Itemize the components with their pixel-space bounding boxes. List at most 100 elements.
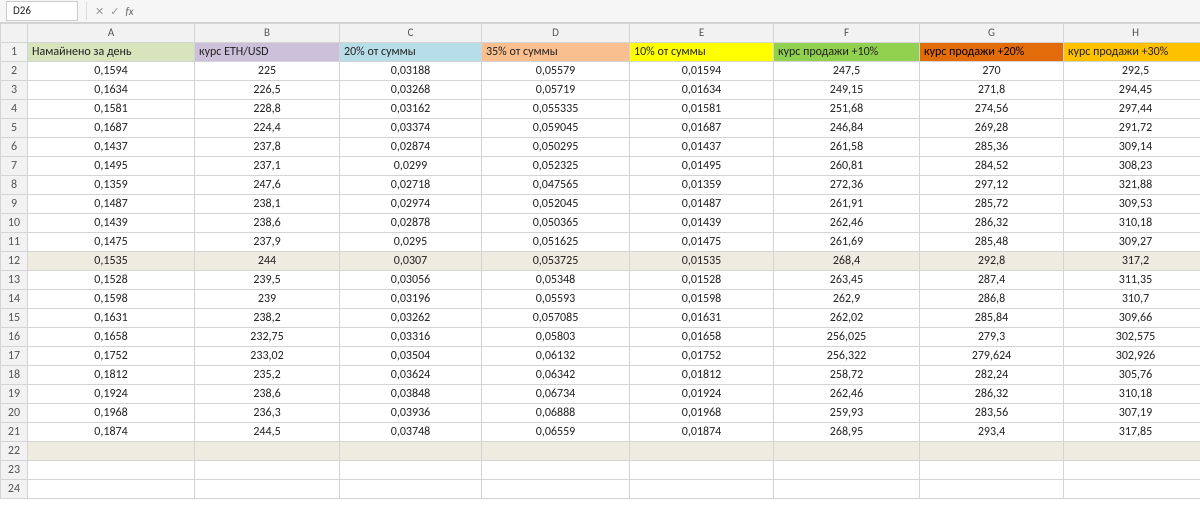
cell[interactable] xyxy=(774,461,920,480)
cell[interactable]: 0,02974 xyxy=(340,195,482,214)
cell[interactable]: 285,72 xyxy=(920,195,1064,214)
row-header[interactable]: 17 xyxy=(1,347,28,366)
cell[interactable]: 270 xyxy=(920,62,1064,81)
cell[interactable] xyxy=(774,480,920,499)
cell[interactable]: 268,4 xyxy=(774,252,920,271)
cell[interactable]: 282,24 xyxy=(920,366,1064,385)
cell[interactable]: 244 xyxy=(195,252,340,271)
cell[interactable]: 269,28 xyxy=(920,119,1064,138)
cell[interactable]: 0,01495 xyxy=(630,157,774,176)
col-header-D[interactable]: D xyxy=(482,24,630,43)
row-header[interactable]: 16 xyxy=(1,328,28,347)
cell[interactable]: 0,03268 xyxy=(340,81,482,100)
cell[interactable]: 251,68 xyxy=(774,100,920,119)
row-header[interactable]: 19 xyxy=(1,385,28,404)
cell[interactable]: 0,01598 xyxy=(630,290,774,309)
cell[interactable]: 0,052325 xyxy=(482,157,630,176)
cell[interactable] xyxy=(195,480,340,499)
cell[interactable]: 272,36 xyxy=(774,176,920,195)
cell[interactable]: 0,1631 xyxy=(28,309,195,328)
cancel-icon[interactable]: ✕ xyxy=(95,5,104,18)
cell[interactable]: 0,1439 xyxy=(28,214,195,233)
cell[interactable]: 256,322 xyxy=(774,347,920,366)
cell[interactable]: 262,02 xyxy=(774,309,920,328)
cell[interactable]: 302,575 xyxy=(1064,328,1200,347)
header-cell[interactable]: 10% от суммы xyxy=(630,43,774,62)
cell[interactable]: 0,1359 xyxy=(28,176,195,195)
cell[interactable] xyxy=(1064,461,1200,480)
row-header[interactable]: 20 xyxy=(1,404,28,423)
cell[interactable]: 271,8 xyxy=(920,81,1064,100)
row-header[interactable]: 15 xyxy=(1,309,28,328)
cell[interactable]: 308,23 xyxy=(1064,157,1200,176)
cell[interactable]: 0,01439 xyxy=(630,214,774,233)
cell[interactable]: 0,01812 xyxy=(630,366,774,385)
row-header[interactable]: 7 xyxy=(1,157,28,176)
cell[interactable]: 0,01359 xyxy=(630,176,774,195)
cell[interactable]: 286,32 xyxy=(920,385,1064,404)
cell[interactable]: 309,27 xyxy=(1064,233,1200,252)
cell[interactable]: 0,1487 xyxy=(28,195,195,214)
cell[interactable]: 246,84 xyxy=(774,119,920,138)
cell[interactable]: 0,03624 xyxy=(340,366,482,385)
cell[interactable]: 310,7 xyxy=(1064,290,1200,309)
cell[interactable]: 0,1968 xyxy=(28,404,195,423)
cell[interactable]: 284,52 xyxy=(920,157,1064,176)
cell[interactable]: 0,01874 xyxy=(630,423,774,442)
cell[interactable]: 0,03056 xyxy=(340,271,482,290)
row-header[interactable]: 18 xyxy=(1,366,28,385)
cell[interactable]: 0,01437 xyxy=(630,138,774,157)
header-cell[interactable]: 20% от суммы xyxy=(340,43,482,62)
cell[interactable]: 0,01487 xyxy=(630,195,774,214)
cell[interactable]: 0,01528 xyxy=(630,271,774,290)
cell[interactable]: 0,03936 xyxy=(340,404,482,423)
cell[interactable] xyxy=(28,480,195,499)
cell[interactable]: 238,6 xyxy=(195,214,340,233)
cell[interactable]: 0,03848 xyxy=(340,385,482,404)
header-cell[interactable]: Намайнено за день xyxy=(28,43,195,62)
cell[interactable]: 0,0299 xyxy=(340,157,482,176)
cell[interactable]: 274,56 xyxy=(920,100,1064,119)
cell[interactable]: 261,91 xyxy=(774,195,920,214)
cell[interactable] xyxy=(1064,442,1200,461)
cell[interactable]: 285,48 xyxy=(920,233,1064,252)
cell[interactable]: 285,36 xyxy=(920,138,1064,157)
col-header-H[interactable]: H xyxy=(1064,24,1200,43)
cell[interactable]: 297,12 xyxy=(920,176,1064,195)
cell[interactable]: 237,9 xyxy=(195,233,340,252)
cell[interactable]: 0,01752 xyxy=(630,347,774,366)
cell[interactable]: 0,01475 xyxy=(630,233,774,252)
cell[interactable]: 239 xyxy=(195,290,340,309)
cell[interactable]: 235,2 xyxy=(195,366,340,385)
cell[interactable]: 0,050295 xyxy=(482,138,630,157)
name-box[interactable]: D26 xyxy=(6,1,78,21)
cell[interactable] xyxy=(920,480,1064,499)
cell[interactable]: 0,02718 xyxy=(340,176,482,195)
cell[interactable]: 262,46 xyxy=(774,214,920,233)
row-header[interactable]: 23 xyxy=(1,461,28,480)
header-cell[interactable]: курс продажи +20% xyxy=(920,43,1064,62)
row-header[interactable]: 21 xyxy=(1,423,28,442)
fx-icon[interactable]: fx xyxy=(125,5,133,18)
cell[interactable]: 0,01631 xyxy=(630,309,774,328)
cell[interactable]: 0,1874 xyxy=(28,423,195,442)
row-header[interactable]: 22 xyxy=(1,442,28,461)
cell[interactable] xyxy=(195,442,340,461)
cell[interactable]: 309,53 xyxy=(1064,195,1200,214)
cell[interactable]: 293,4 xyxy=(920,423,1064,442)
col-header-A[interactable]: A xyxy=(28,24,195,43)
cell[interactable] xyxy=(920,442,1064,461)
cell[interactable]: 0,052045 xyxy=(482,195,630,214)
cell[interactable]: 0,02878 xyxy=(340,214,482,233)
header-cell[interactable]: 35% от суммы xyxy=(482,43,630,62)
cell[interactable]: 292,5 xyxy=(1064,62,1200,81)
cell[interactable]: 0,03196 xyxy=(340,290,482,309)
cell[interactable]: 0,047565 xyxy=(482,176,630,195)
cell[interactable]: 297,44 xyxy=(1064,100,1200,119)
cell[interactable]: 239,5 xyxy=(195,271,340,290)
cell[interactable]: 247,5 xyxy=(774,62,920,81)
cell[interactable]: 0,03162 xyxy=(340,100,482,119)
cell[interactable]: 0,03316 xyxy=(340,328,482,347)
cell[interactable]: 262,46 xyxy=(774,385,920,404)
cell[interactable]: 291,72 xyxy=(1064,119,1200,138)
